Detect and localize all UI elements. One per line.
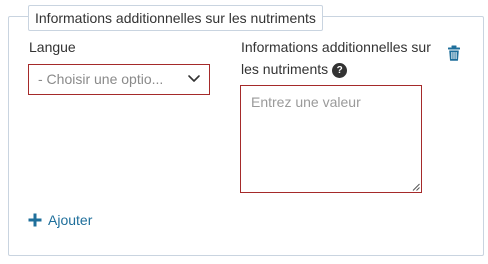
language-label: Langue bbox=[29, 39, 76, 55]
info-textarea[interactable]: Entrez une valeur bbox=[240, 85, 422, 193]
info-field-label: Informations additionnelles sur les nutr… bbox=[241, 36, 431, 80]
question-circle-icon[interactable]: ? bbox=[332, 63, 348, 78]
trash-icon[interactable] bbox=[447, 45, 461, 61]
language-select-value: - Choisir une optio... bbox=[38, 71, 164, 87]
add-button[interactable]: Ajouter bbox=[28, 209, 92, 231]
fieldset-legend: Informations additionnelles sur les nutr… bbox=[28, 5, 323, 31]
add-button-label: Ajouter bbox=[48, 212, 93, 228]
plus-icon bbox=[28, 213, 42, 227]
resize-handle-icon[interactable] bbox=[412, 183, 420, 191]
chevron-down-icon bbox=[188, 75, 200, 82]
info-textarea-placeholder: Entrez une valeur bbox=[251, 94, 361, 110]
language-select[interactable]: - Choisir une optio... bbox=[28, 64, 210, 95]
